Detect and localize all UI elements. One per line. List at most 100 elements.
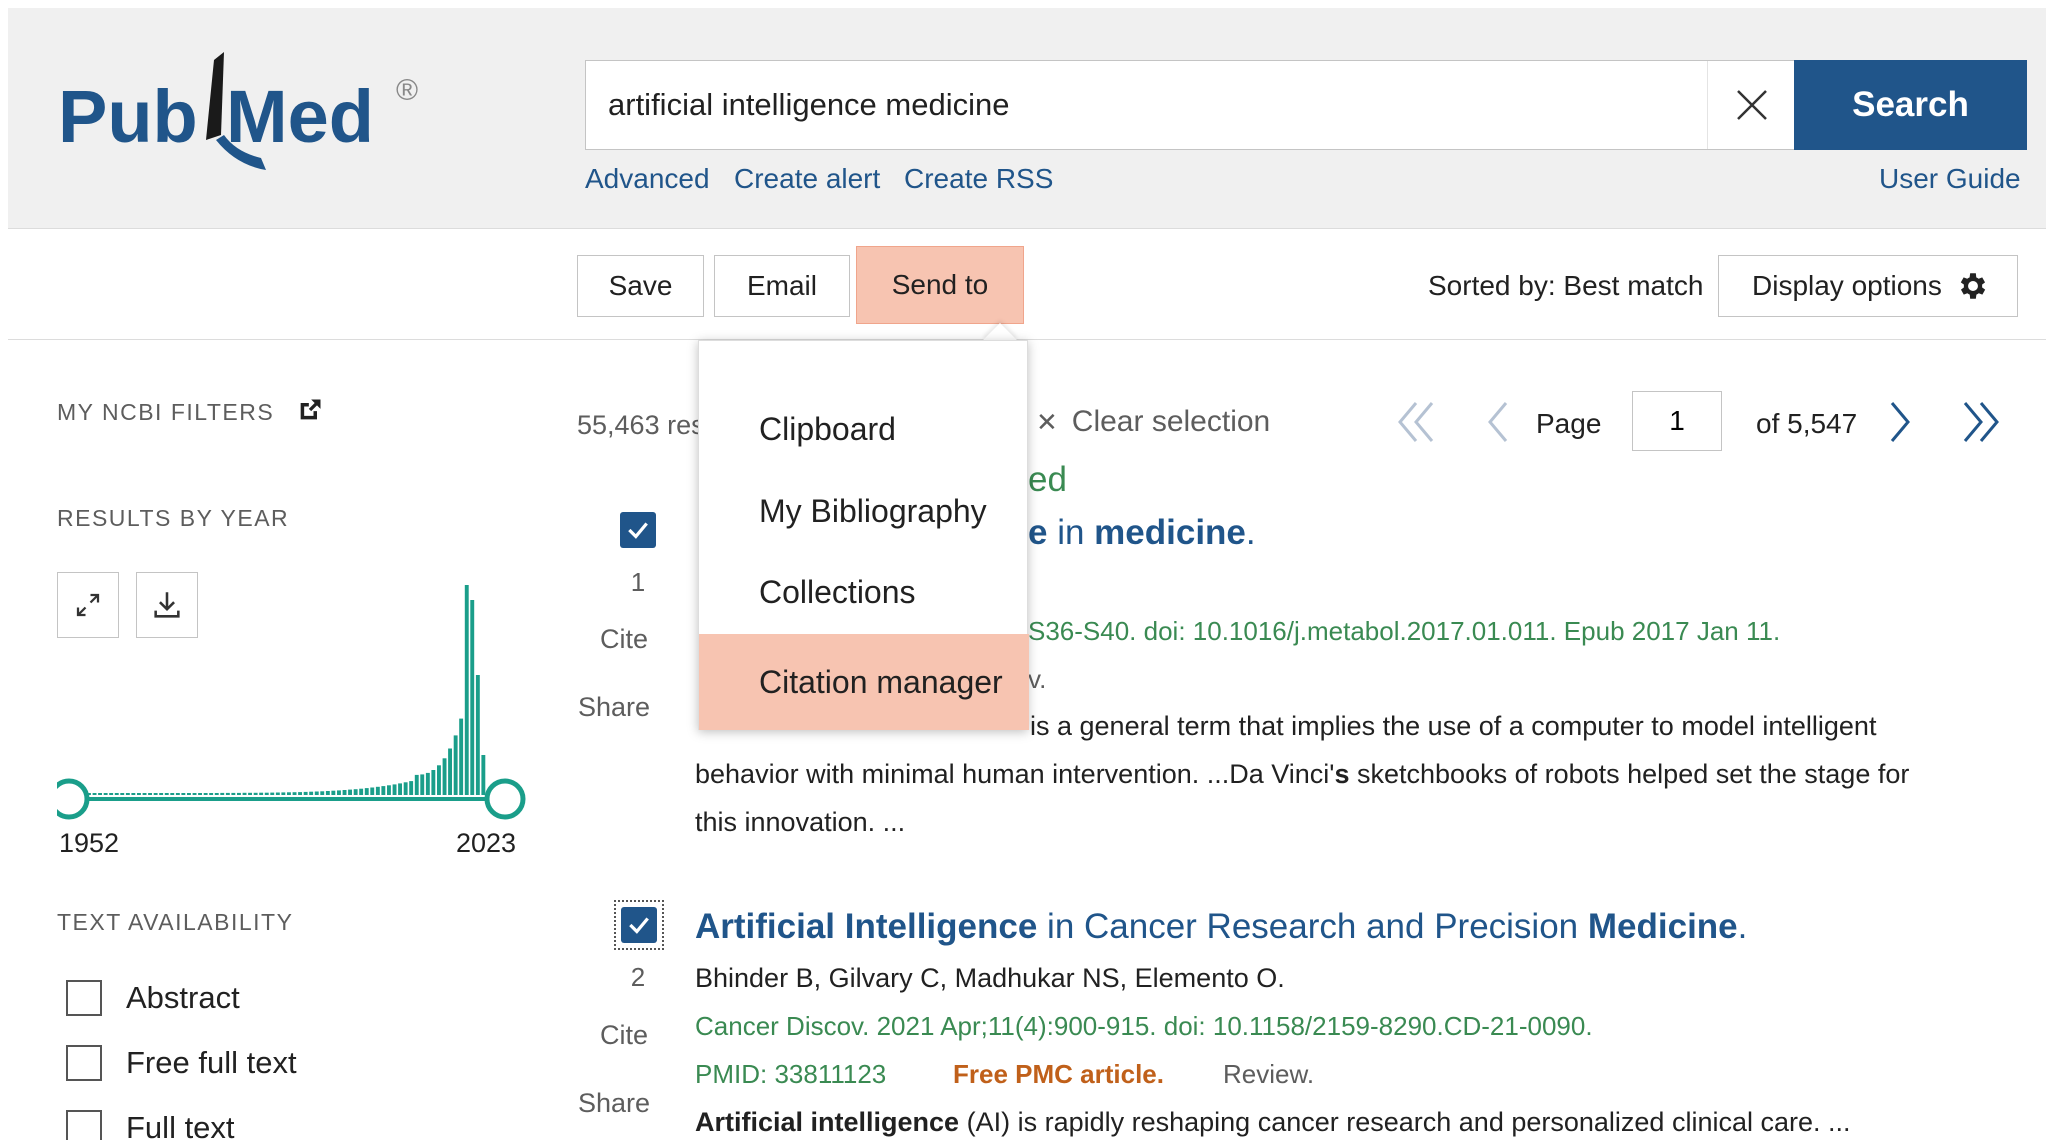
- filter-abstract-checkbox[interactable]: [66, 980, 102, 1016]
- create-alert-link[interactable]: Create alert: [734, 163, 880, 195]
- search-button[interactable]: Search: [1794, 60, 2027, 150]
- first-page-icon[interactable]: [1392, 397, 1442, 447]
- histogram-bar: [414, 774, 419, 795]
- menu-item-my-bibliography[interactable]: My Bibliography: [699, 470, 1029, 552]
- filter-abstract[interactable]: Abstract: [66, 980, 240, 1016]
- menu-item-clipboard[interactable]: Clipboard: [699, 388, 1029, 470]
- title-fragment: e: [1028, 513, 1048, 552]
- save-button[interactable]: Save: [577, 255, 704, 317]
- histogram-bar: [337, 790, 341, 795]
- pubmed-logo[interactable]: Pub Med ®: [56, 40, 436, 180]
- checkmark-icon: [628, 522, 648, 539]
- histogram-bar: [203, 793, 208, 795]
- histogram-bar: [320, 791, 325, 795]
- histogram-bar: [209, 793, 214, 795]
- filter-free-full-text-checkbox[interactable]: [66, 1045, 102, 1081]
- histogram-bar: [231, 792, 236, 795]
- histogram-bar: [420, 774, 425, 795]
- histogram-bar: [442, 758, 447, 795]
- title-fragment: .: [1737, 907, 1748, 946]
- gear-icon: [1960, 273, 1986, 299]
- histogram-bar: [103, 793, 108, 795]
- histogram-bar: [181, 793, 186, 795]
- menu-item-collections[interactable]: Collections: [699, 551, 1029, 633]
- previous-page-icon[interactable]: [1478, 397, 1518, 447]
- histogram-bar: [431, 770, 436, 795]
- histogram-bar: [353, 789, 358, 795]
- external-link-icon: [300, 399, 321, 420]
- histogram-bar: [342, 790, 347, 795]
- snippet-fragment: Artificial intelligence: [695, 1107, 960, 1137]
- clear-selection-button[interactable]: ✕ Clear selection: [1036, 405, 1270, 439]
- histogram-bar: [303, 791, 308, 795]
- filter-free-full-text[interactable]: Free full text: [66, 1045, 297, 1081]
- histogram-bar: [398, 783, 402, 795]
- menu-item-citation-manager[interactable]: Citation manager: [699, 634, 1029, 730]
- histogram-bar: [481, 755, 486, 795]
- create-rss-link[interactable]: Create RSS: [904, 163, 1053, 195]
- filter-free-full-text-label: Free full text: [126, 1045, 297, 1080]
- clear-search-button[interactable]: [1707, 61, 1796, 149]
- histogram-bar: [192, 793, 197, 795]
- next-page-icon[interactable]: [1880, 397, 1920, 447]
- results-toolbar: Save Email Send to Sorted by: Best match…: [8, 230, 2046, 340]
- display-options-button[interactable]: Display options: [1718, 255, 2018, 317]
- page-label: Page: [1536, 408, 1602, 439]
- article-1-title[interactable]: e in medicine.: [1028, 513, 1256, 553]
- checkmark-icon: [629, 917, 649, 934]
- histogram-bar: [314, 791, 319, 795]
- page-number-input[interactable]: [1632, 391, 1722, 451]
- histogram-bar: [159, 793, 164, 795]
- logo-text-pub: Pub: [58, 75, 198, 158]
- article-2-title[interactable]: Artificial Intelligence in Cancer Resear…: [695, 907, 1747, 947]
- article-1-snippet-line-2: behavior with minimal human intervention…: [695, 750, 1909, 798]
- histogram-bar: [437, 765, 441, 795]
- histogram-bar: [298, 792, 302, 795]
- article-1-checkbox[interactable]: [620, 512, 656, 548]
- filter-full-text-checkbox[interactable]: [66, 1110, 102, 1140]
- histogram-bar: [187, 793, 191, 795]
- year-range-start: 1952: [59, 828, 120, 858]
- clear-selection-icon: ✕: [1036, 407, 1058, 437]
- search-input[interactable]: [586, 61, 1706, 149]
- title-fragment: .: [1245, 513, 1256, 552]
- histogram-bar: [370, 787, 375, 795]
- article-1-share-button[interactable]: Share: [578, 692, 650, 723]
- histogram-bar: [464, 585, 469, 795]
- histogram-bar: [170, 793, 175, 795]
- histogram-bar: [198, 793, 202, 795]
- title-fragment: Artificial Intelligence: [695, 907, 1038, 946]
- send-to-button[interactable]: Send to: [856, 246, 1024, 324]
- histogram-bar: [387, 785, 391, 795]
- filter-abstract-label: Abstract: [126, 980, 240, 1015]
- text-availability-heading: TEXT AVAILABILITY: [57, 909, 294, 935]
- title-fragment: medicine: [1094, 513, 1246, 552]
- last-page-icon[interactable]: [1955, 397, 2005, 447]
- histogram-bar: [137, 793, 141, 795]
- histogram-bar: [325, 791, 330, 795]
- histogram-bar: [92, 793, 97, 795]
- snippet-fragment: behavior with minimal human intervention…: [695, 759, 1335, 789]
- histogram-bar: [131, 793, 136, 795]
- histogram-bar: [225, 792, 230, 795]
- article-1-cite-button[interactable]: Cite: [600, 624, 648, 655]
- email-button[interactable]: Email: [714, 255, 850, 317]
- snippet-fragment: s: [1334, 759, 1350, 789]
- histogram-bar: [331, 790, 336, 795]
- clear-selection-label: Clear selection: [1071, 405, 1271, 438]
- histogram-bar: [98, 793, 102, 795]
- filter-full-text[interactable]: Full text: [66, 1110, 235, 1140]
- advanced-link[interactable]: Advanced: [585, 163, 710, 195]
- histogram-bar: [364, 788, 369, 795]
- article-2-checkbox[interactable]: [621, 907, 657, 943]
- year-range-end-handle[interactable]: [484, 778, 526, 820]
- histogram-bar: [164, 793, 169, 795]
- user-guide-link[interactable]: User Guide: [1879, 163, 2021, 195]
- article-2-cite-button[interactable]: Cite: [600, 1020, 648, 1051]
- my-ncbi-filters-heading[interactable]: MY NCBI FILTERS: [57, 396, 324, 426]
- year-range-start-handle[interactable]: [57, 778, 90, 820]
- article-2-share-button[interactable]: Share: [578, 1088, 650, 1119]
- close-icon: [1737, 90, 1767, 120]
- results-by-year-histogram[interactable]: [57, 570, 527, 830]
- sort-indicator[interactable]: Sorted by: Best match: [1428, 270, 1703, 302]
